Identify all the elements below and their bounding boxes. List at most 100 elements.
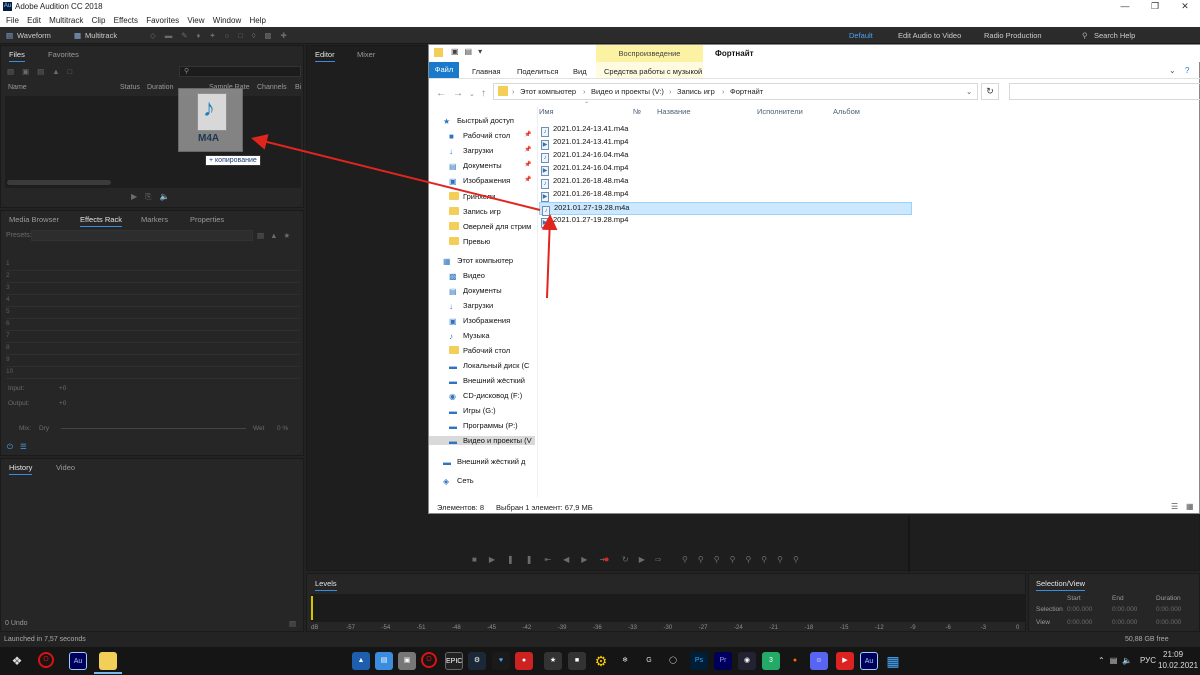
expand-ribbon-icon[interactable]: ⌄	[1169, 66, 1176, 75]
explorer-search-input[interactable]	[1009, 83, 1200, 100]
refresh-button[interactable]: ↻	[981, 83, 999, 100]
taskbar-app-icon[interactable]: ◉	[738, 652, 756, 670]
taskbar-app-icon[interactable]: ▦	[884, 652, 902, 670]
effect-slot-2[interactable]: 2	[6, 272, 10, 279]
nav-item[interactable]: Оверлей для стрим	[449, 222, 531, 231]
file-row[interactable]: ♪ 2021.01.26-18.48.m4a	[539, 176, 912, 189]
system-tray-icons[interactable]: ⌃▤🔈	[1098, 656, 1137, 665]
ribbon-tab-view[interactable]: Вид	[573, 67, 587, 76]
maximize-button[interactable]: ❐	[1140, 1, 1170, 13]
nav-item[interactable]: ▬ Программы (P:)	[449, 421, 518, 431]
taskbar-app-icon[interactable]: ▲	[352, 652, 370, 670]
effect-slot-6[interactable]: 6	[6, 320, 10, 327]
menu-favorites[interactable]: Favorites	[146, 16, 179, 25]
menu-view[interactable]: View	[187, 16, 204, 25]
nav-item[interactable]: ◉ CD-дисковод (F:)	[449, 391, 522, 401]
details-view-icon[interactable]: ☰	[1171, 502, 1178, 511]
breadcrumb-drive-v[interactable]: Видео и проекты (V:)	[591, 87, 664, 96]
workspace-default[interactable]: Default	[849, 31, 873, 40]
tab-mixer[interactable]: Mixer	[357, 50, 375, 59]
list-icon[interactable]: ☰	[20, 442, 27, 451]
tab-files[interactable]: Files	[9, 50, 25, 62]
transport-controls[interactable]: ■▶❚❚⇤◀▶⇥	[472, 555, 618, 564]
breadcrumb-fortnite[interactable]: Фортнайт	[730, 87, 763, 96]
clock-date[interactable]: 10.02.2021	[1158, 661, 1198, 670]
tab-effects-rack[interactable]: Effects Rack	[80, 215, 122, 227]
premiere-icon[interactable]: Pr	[714, 652, 732, 670]
menu-clip[interactable]: Clip	[92, 16, 106, 25]
effect-slot-1[interactable]: 1	[6, 260, 10, 267]
taskbar-app-icon[interactable]: 3	[762, 652, 780, 670]
recent-locations-icon[interactable]: ⌄	[469, 90, 475, 98]
power-icon[interactable]: ⏻	[7, 442, 13, 452]
effect-slot-8[interactable]: 8	[6, 344, 10, 351]
search-help-input[interactable]: Search Help	[1094, 31, 1135, 40]
file-row[interactable]: ▶ 2021.01.26-18.48.mp4	[539, 189, 912, 202]
help-icon[interactable]: ?	[1185, 66, 1189, 75]
col-bits[interactable]: Bi	[295, 84, 301, 91]
clock-time[interactable]: 21:09	[1163, 650, 1183, 659]
file-row[interactable]: ♪ 2021.01.24-13.41.m4a	[539, 124, 912, 137]
epic-games-icon[interactable]: EPIC	[445, 652, 463, 670]
taskbar-app-icon[interactable]: G	[640, 652, 658, 670]
taskbar-app-icon[interactable]: ◯	[664, 652, 682, 670]
nav-item[interactable]: ▣ Изображения 📌	[449, 176, 531, 186]
breadcrumb-game-recordings[interactable]: Запись игр	[677, 87, 715, 96]
taskbar-app-icon[interactable]: ■	[568, 652, 586, 670]
opera-gx-icon[interactable]: O	[421, 652, 437, 668]
taskbar-app-icon[interactable]: ▤	[375, 652, 393, 670]
preset-actions-icons[interactable]: ▤▲★	[257, 231, 296, 240]
taskbar-app-icon[interactable]: ●	[515, 652, 533, 670]
file-row[interactable]: ♪ 2021.01.24-16.04.m4a	[539, 150, 912, 163]
menu-multitrack[interactable]: Multitrack	[49, 16, 83, 25]
effect-slot-4[interactable]: 4	[6, 296, 10, 303]
record-button[interactable]: ●	[604, 554, 609, 564]
close-button[interactable]: ✕	[1170, 1, 1200, 13]
nav-item[interactable]: ↓ Загрузки	[449, 301, 493, 311]
workspace-edit-audio-to-video[interactable]: Edit Audio to Video	[898, 31, 961, 40]
nav-item[interactable]: Рабочий стол	[449, 346, 510, 355]
file-row[interactable]: ♪ 2021.01.27-19.28.m4a	[539, 202, 912, 216]
nav-item[interactable]: ◈ Сеть	[443, 476, 474, 486]
ribbon-tab-share[interactable]: Поделиться	[517, 67, 558, 76]
menu-effects[interactable]: Effects	[114, 16, 138, 25]
nav-item[interactable]: ▦ Этот компьютер	[443, 256, 513, 266]
tab-video[interactable]: Video	[56, 463, 75, 472]
nav-item[interactable]: ★ Быстрый доступ	[443, 116, 514, 126]
view-end[interactable]: 0:00.000	[1112, 619, 1137, 626]
nav-item[interactable]: Превью	[449, 237, 490, 246]
files-search-input[interactable]: ⚲	[179, 66, 301, 77]
effect-slot-3[interactable]: 3	[6, 284, 10, 291]
quick-access-toolbar-icons[interactable]: ▣▤▾	[451, 47, 488, 56]
nav-item[interactable]: ♪ Музыка	[449, 331, 490, 341]
col-header-track-number[interactable]: №	[633, 107, 641, 116]
wet-value[interactable]: 0 %	[277, 425, 288, 432]
minimize-button[interactable]: —	[1110, 1, 1140, 13]
file-row[interactable]: ▶ 2021.01.27-19.28.mp4	[539, 215, 912, 228]
ribbon-tab-file[interactable]: Файл	[429, 62, 459, 78]
waveform-view-button[interactable]: Waveform	[17, 31, 51, 40]
mix-slider[interactable]	[61, 428, 246, 429]
nav-item[interactable]: Гринхели	[449, 192, 495, 201]
nav-item[interactable]: ▬ Локальный диск (C	[449, 361, 529, 371]
taskbar-app-icon[interactable]: ★	[544, 652, 562, 670]
menu-window[interactable]: Window	[213, 16, 241, 25]
tab-properties[interactable]: Properties	[190, 215, 224, 224]
selection-duration[interactable]: 0:00.000	[1156, 606, 1181, 613]
preview-transport-icons[interactable]: ▶⎘🔈	[131, 192, 178, 202]
loop-skip-icons[interactable]: ↻▶⇨	[622, 555, 672, 564]
menu-help[interactable]: Help	[249, 16, 265, 25]
ribbon-tab-home[interactable]: Главная	[472, 67, 501, 76]
col-status[interactable]: Status	[120, 84, 140, 91]
trash-icon[interactable]: ▤	[289, 619, 296, 628]
multitrack-view-button[interactable]: Multitrack	[85, 31, 117, 40]
back-button[interactable]: ←	[436, 88, 446, 99]
col-header-artists[interactable]: Исполнители	[757, 107, 803, 116]
tab-history[interactable]: History	[9, 463, 33, 475]
view-start[interactable]: 0:00.000	[1067, 619, 1092, 626]
col-header-name[interactable]: Имя	[539, 107, 554, 116]
col-header-title[interactable]: Название	[657, 107, 691, 116]
input-value[interactable]: +0	[59, 385, 66, 392]
ribbon-tab-music-tools[interactable]: Средства работы с музыкой	[604, 67, 702, 76]
windows-start-icon[interactable]: ❖	[8, 652, 26, 670]
